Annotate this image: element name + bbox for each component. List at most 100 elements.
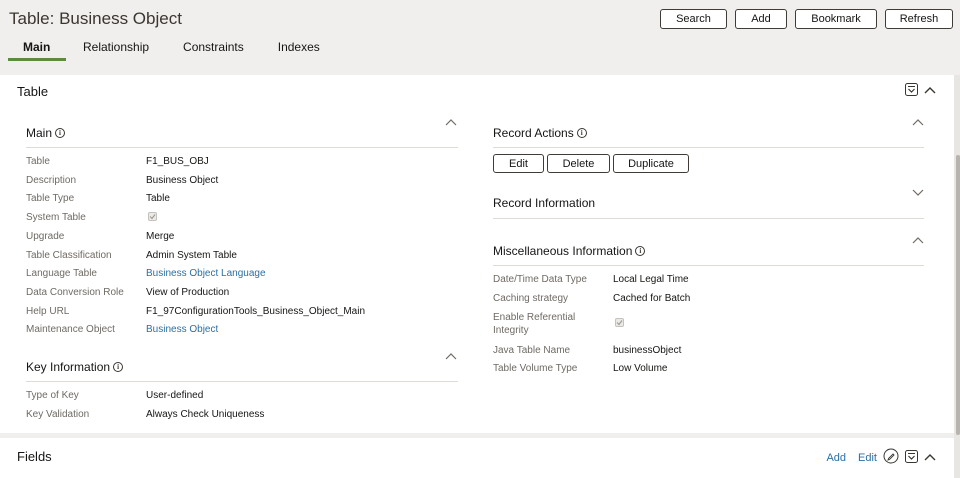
- chevron-down-icon[interactable]: [911, 187, 925, 197]
- field-label: Maintenance Object: [26, 324, 115, 335]
- field-row-key-validation: Key Validation Always Check Uniqueness: [26, 409, 264, 420]
- tab-indexes[interactable]: Indexes: [264, 40, 334, 61]
- field-label: Type of Key: [26, 390, 79, 401]
- bookmark-button[interactable]: Bookmark: [795, 9, 877, 29]
- info-icon[interactable]: i: [576, 128, 587, 138]
- record-info-section-title: Record Information: [493, 196, 595, 210]
- field-value: User-defined: [146, 390, 204, 401]
- field-label: Caching strategy: [493, 293, 569, 304]
- add-button[interactable]: Add: [735, 9, 787, 29]
- field-row-datetime-type: Date/Time Data Type Local Legal Time: [493, 274, 689, 285]
- field-label: Key Validation: [26, 409, 90, 420]
- table-panel: Table Main i Table F1_BUS_OBJ Descriptio…: [0, 75, 954, 433]
- field-label: Enable Referential Integrity: [493, 311, 615, 337]
- tab-constraints[interactable]: Constraints: [169, 40, 258, 61]
- tab-main[interactable]: Main: [8, 40, 66, 61]
- field-label-line2: Integrity: [493, 325, 529, 336]
- field-value: F1_BUS_OBJ: [146, 156, 209, 167]
- field-label: Table: [26, 156, 50, 167]
- field-label: Upgrade: [26, 231, 65, 242]
- field-value: Merge: [146, 231, 175, 242]
- pencil-icon[interactable]: [883, 448, 899, 467]
- info-icon[interactable]: i: [55, 128, 66, 138]
- dropdown-menu-icon[interactable]: [905, 449, 918, 466]
- field-value: Business Object: [146, 175, 219, 186]
- misc-section-title: Miscellaneous Information i: [493, 244, 646, 258]
- tab-bar: Main Relationship Constraints Indexes: [8, 40, 334, 61]
- field-row-maintenance-object: Maintenance Object Business Object: [26, 324, 218, 335]
- field-label: Language Table: [26, 268, 97, 279]
- fields-add-link[interactable]: Add: [826, 452, 846, 464]
- field-row-upgrade: Upgrade Merge: [26, 231, 174, 242]
- field-row-table-classification: Table Classification Admin System Table: [26, 250, 237, 261]
- field-label: Table Volume Type: [493, 363, 578, 374]
- fields-edit-link[interactable]: Edit: [858, 452, 877, 464]
- record-actions-section-title: Record Actions i: [493, 126, 587, 140]
- search-button[interactable]: Search: [660, 9, 727, 29]
- panel-title: Table: [17, 84, 49, 99]
- page-title: Table: Business Object: [9, 9, 182, 28]
- key-info-label: Key Information: [26, 360, 111, 374]
- field-label: Java Table Name: [493, 345, 571, 356]
- vertical-scrollbar[interactable]: [954, 75, 960, 478]
- delete-button[interactable]: Delete: [547, 154, 610, 173]
- field-value: businessObject: [613, 345, 682, 356]
- tab-relationship[interactable]: Relationship: [69, 40, 163, 61]
- collapse-fields-icon[interactable]: [924, 452, 936, 464]
- language-table-link[interactable]: Business Object Language: [146, 268, 266, 279]
- field-label: Table Type: [26, 193, 75, 204]
- panel-controls: [905, 83, 936, 99]
- divider: [26, 147, 458, 148]
- field-label: System Table: [26, 212, 86, 223]
- field-label: Date/Time Data Type: [493, 274, 587, 285]
- field-row-language-table: Language Table Business Object Language: [26, 268, 266, 279]
- toolbar: Search Add Bookmark Refresh: [660, 9, 953, 29]
- field-value: View of Production: [146, 287, 230, 298]
- referential-integrity-checkbox: [615, 318, 624, 327]
- field-value: Cached for Batch: [613, 293, 691, 304]
- fields-section-title: Fields: [17, 449, 52, 464]
- field-row-caching-strategy: Caching strategy Cached for Batch: [493, 293, 690, 304]
- field-row-system-table: System Table: [26, 212, 157, 223]
- field-row-table-type: Table Type Table: [26, 193, 170, 204]
- divider: [493, 265, 924, 266]
- key-info-section-title: Key Information i: [26, 360, 124, 374]
- maintenance-object-link[interactable]: Business Object: [146, 324, 218, 335]
- chevron-up-icon[interactable]: [911, 235, 925, 245]
- field-value: F1_97ConfigurationTools_Business_Object_…: [146, 306, 366, 317]
- duplicate-button[interactable]: Duplicate: [613, 154, 689, 173]
- field-row-type-of-key: Type of Key User-defined: [26, 390, 203, 401]
- page-header: Table: Business Object Search Add Bookma…: [0, 0, 960, 75]
- main-section-label: Main: [26, 126, 53, 140]
- field-row-referential-integrity: Enable Referential Integrity: [493, 311, 624, 337]
- dropdown-menu-icon[interactable]: [905, 83, 918, 99]
- misc-label: Miscellaneous Information: [493, 244, 633, 258]
- refresh-button[interactable]: Refresh: [885, 9, 953, 29]
- info-icon[interactable]: i: [113, 362, 124, 372]
- field-value: Low Volume: [613, 363, 668, 374]
- collapse-panel-icon[interactable]: [924, 85, 936, 97]
- fields-panel: Fields Add Edit: [0, 438, 954, 478]
- field-value: Always Check Uniqueness: [146, 409, 265, 420]
- field-label: Table Classification: [26, 250, 112, 261]
- record-info-label: Record Information: [493, 196, 596, 210]
- main-section-title: Main i: [26, 126, 66, 140]
- edit-button[interactable]: Edit: [493, 154, 544, 173]
- scrollbar-thumb[interactable]: [956, 155, 960, 435]
- record-action-buttons: Edit Delete Duplicate: [493, 154, 689, 173]
- field-row-help-url: Help URL F1_97ConfigurationTools_Busines…: [26, 306, 365, 317]
- fields-controls: Add Edit: [826, 448, 936, 467]
- divider: [493, 147, 924, 148]
- chevron-up-icon[interactable]: [911, 117, 925, 127]
- chevron-up-icon[interactable]: [444, 117, 458, 127]
- chevron-up-icon[interactable]: [444, 351, 458, 361]
- field-label: Help URL: [26, 306, 70, 317]
- field-value: Local Legal Time: [613, 274, 689, 285]
- field-value: Admin System Table: [146, 250, 237, 261]
- field-value: Table: [146, 193, 170, 204]
- record-actions-label: Record Actions: [493, 126, 574, 140]
- system-table-checkbox: [148, 212, 157, 221]
- divider: [493, 218, 924, 219]
- divider: [26, 381, 458, 382]
- info-icon[interactable]: i: [635, 246, 646, 256]
